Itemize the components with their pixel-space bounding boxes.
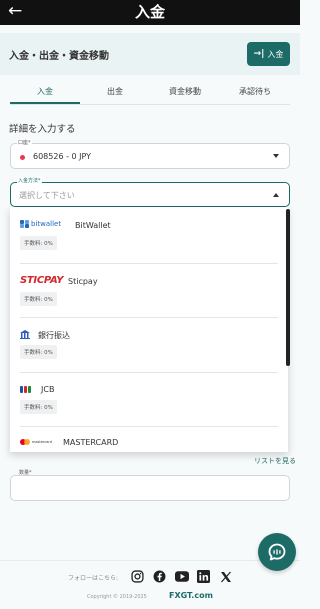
account-status-dot [20, 155, 25, 160]
brand-link[interactable]: FXGT.com [169, 591, 213, 600]
tab-deposit[interactable]: 入金 [10, 85, 80, 99]
jcb-logo [20, 386, 31, 393]
chevron-up-icon [273, 193, 279, 197]
copyright-text: Copyright © 2019-2025 [87, 594, 147, 600]
subheader: 入金・出金・資金移動 →| 入金 [0, 33, 300, 75]
fee-badge: 手数料: 0% [20, 236, 57, 250]
tab-withdraw[interactable]: 出金 [80, 85, 150, 99]
account-label: 口座* [17, 139, 32, 146]
bitwallet-logo: bitwallet [20, 220, 61, 228]
payment-option-jcb[interactable]: JCB 手数料: 0% [10, 373, 288, 427]
account-select[interactable]: 608526 - 0 JPY [10, 143, 290, 169]
instagram-icon[interactable] [130, 569, 145, 584]
account-value: 608526 - 0 JPY [33, 152, 92, 161]
dropdown-scrollbar[interactable] [286, 209, 290, 366]
payment-method-placeholder: 選択して下さい [19, 191, 75, 200]
payment-option-mastercard[interactable]: mastercard MASTERCARD [10, 427, 288, 452]
mastercard-logo: mastercard [20, 439, 52, 445]
fee-badge: 手数料: 0% [20, 292, 57, 306]
top-bar: ← 入金 [0, 0, 300, 25]
chevron-down-icon [273, 154, 279, 158]
chat-button[interactable] [258, 533, 296, 571]
tab-transfer[interactable]: 資金移動 [150, 85, 220, 99]
see-list-link[interactable]: リストを見る [254, 456, 296, 466]
login-arrow-icon: →| [253, 49, 265, 59]
tab-pending[interactable]: 承認待ち [220, 85, 290, 99]
social-links [130, 569, 233, 584]
bank-icon [20, 330, 30, 339]
payment-option-bitwallet[interactable]: bitwallet BitWallet 手数料: 0% [10, 207, 288, 263]
sticpay-logo: STICPAY [20, 275, 64, 286]
tabs-divider [10, 104, 290, 105]
payment-method-select[interactable]: 選択して下さい [10, 182, 290, 207]
payment-option-name: JCB [41, 385, 55, 394]
tabs: 入金 出金 資金移動 承認待ち [10, 85, 290, 105]
payment-method-label: 入金方法* [17, 177, 42, 184]
payment-option-name: Sticpay [68, 277, 98, 286]
payment-option-name: MASTERCARD [63, 438, 119, 447]
x-icon[interactable] [218, 569, 233, 584]
fee-badge: 手数料: 0% [20, 345, 57, 359]
follow-label: フォローはこちら: [68, 575, 119, 582]
payment-method-dropdown: bitwallet BitWallet 手数料: 0% STICPAY Stic… [10, 207, 288, 452]
page-title: 入金 [134, 3, 165, 21]
payment-option-bank-transfer[interactable]: 銀行振込 手数料: 0% [10, 318, 288, 373]
payment-option-name: BitWallet [75, 221, 111, 230]
payment-option-sticpay[interactable]: STICPAY Sticpay 手数料: 0% [10, 264, 288, 318]
facebook-icon[interactable] [152, 569, 167, 584]
section-title: 詳細を入力する [9, 124, 76, 135]
payment-option-name: 銀行振込 [38, 331, 70, 340]
linkedin-icon[interactable] [196, 569, 211, 584]
footer-divider [0, 560, 300, 561]
amount-input[interactable] [10, 475, 290, 501]
chat-bubble-icon [268, 543, 286, 561]
deposit-button-label: 入金 [267, 49, 284, 59]
deposit-button[interactable]: →| 入金 [247, 42, 290, 66]
fee-badge: 手数料: 0% [20, 400, 57, 414]
youtube-icon[interactable] [174, 569, 189, 584]
subheader-title: 入金・出金・資金移動 [9, 51, 109, 62]
